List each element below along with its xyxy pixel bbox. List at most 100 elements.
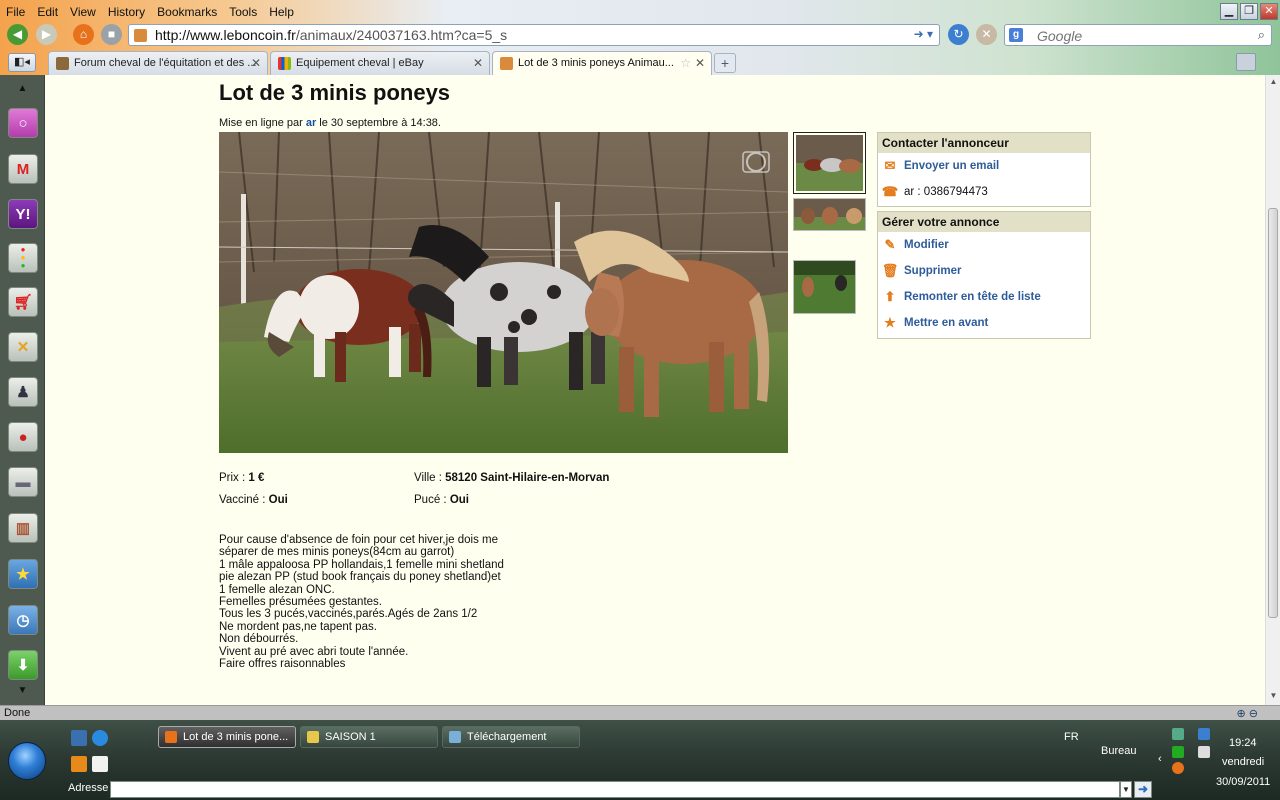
tab-close-icon[interactable]: ✕ (473, 52, 483, 74)
main-photo[interactable] (219, 132, 788, 453)
home-button[interactable]: ⌂ (73, 24, 94, 45)
history-clock-icon[interactable]: ◷ (8, 605, 38, 635)
bookmarks-star-icon[interactable]: ★ (8, 559, 38, 589)
clock-day: vendredi (1222, 756, 1265, 768)
tab-favicon-icon (500, 57, 513, 70)
page-scrollbar[interactable]: ▲ ▼ (1265, 75, 1280, 705)
delete-link[interactable]: Supprimer (904, 265, 962, 277)
address-input[interactable] (110, 781, 1120, 798)
scroll-down-icon[interactable]: ▼ (1266, 691, 1280, 700)
star-icon: ★ (884, 315, 896, 330)
tab-leboncoin-active[interactable]: Lot de 3 minis poneys Animau... ☆ ✕ (492, 51, 712, 75)
envelope-icon: ✉ (884, 158, 896, 173)
modify-link[interactable]: Modifier (904, 239, 949, 251)
minimize-button[interactable]: ▁ (1220, 3, 1238, 20)
phone-text: ar : 0386794473 (904, 186, 988, 198)
mushroom-icon[interactable]: ● (8, 422, 38, 452)
back-button[interactable]: ◀ (7, 24, 28, 45)
menu-tools[interactable]: Tools (223, 3, 263, 21)
menu-bookmarks[interactable]: Bookmarks (151, 3, 223, 21)
taskbar-firefox[interactable]: Lot de 3 minis pone... (158, 726, 296, 748)
document-icon[interactable] (92, 756, 108, 772)
menu-help[interactable]: Help (263, 3, 300, 21)
price-field: Prix : 1 € (219, 472, 265, 484)
highlight-link[interactable]: Mettre en avant (904, 317, 988, 329)
ad-title: Lot de 3 minis poneys (219, 80, 451, 105)
thumbnail-2[interactable] (793, 198, 866, 231)
new-tab-button[interactable]: + (714, 53, 736, 73)
tab-close-icon[interactable]: ✕ (251, 52, 261, 74)
taskbar-telechargement[interactable]: Téléchargement (442, 726, 580, 748)
tray-app-icon[interactable] (1172, 746, 1184, 758)
connection-icon[interactable] (1198, 728, 1210, 740)
stop-reload-button[interactable]: ■ (101, 24, 122, 45)
person-icon[interactable]: ♟ (8, 377, 38, 407)
tab-close-icon[interactable]: ✕ (695, 52, 705, 74)
scroll-down-arrow-icon[interactable]: ▼ (0, 685, 45, 696)
volume-muted-icon[interactable] (1198, 746, 1210, 758)
show-desktop-icon[interactable] (71, 730, 87, 746)
shopping-cart-icon[interactable]: 🛒︎ (8, 287, 38, 317)
contact-panel: Contacter l'annonceur ✉ Envoyer un email… (877, 132, 1091, 207)
maximize-button[interactable]: ❐ (1240, 3, 1258, 20)
taskbar-saison1[interactable]: SAISON 1 (300, 726, 438, 748)
media-player-icon[interactable] (71, 756, 87, 772)
magnifier-icon[interactable]: ⌕ (1258, 27, 1265, 43)
tab-ebay[interactable]: Equipement cheval | eBay ✕ (270, 51, 490, 75)
stop-button[interactable]: ✕ (976, 24, 997, 45)
ad-description: Pour cause d'absence de foin pour cet hi… (219, 534, 559, 670)
desktop-toolbar-label[interactable]: Bureau (1101, 745, 1136, 757)
language-indicator[interactable]: FR (1064, 731, 1079, 743)
bump-link[interactable]: Remonter en tête de liste (904, 291, 1041, 303)
menu-file[interactable]: File (0, 3, 31, 21)
browser-chrome: File Edit View History Bookmarks Tools H… (0, 0, 1280, 75)
price-value: 1 € (248, 472, 265, 484)
chip-field: Pucé : Oui (414, 494, 469, 506)
internet-explorer-icon[interactable] (92, 730, 108, 746)
ad-meta: Mise en ligne par ar le 30 septembre à 1… (219, 117, 441, 129)
zoom-controls-icon[interactable]: ⊕ ⊖ (1237, 707, 1259, 720)
gmail-icon[interactable]: M (8, 154, 38, 184)
tab-label: Equipement cheval | eBay (296, 57, 424, 69)
go-arrow-icon[interactable]: ➜ ▾ (914, 27, 933, 41)
address-dropdown-icon[interactable]: ▼ (1120, 781, 1132, 798)
tools-icon[interactable]: ✕ (8, 332, 38, 362)
yahoo-icon[interactable]: Y! (8, 199, 38, 229)
search-engine-icon[interactable]: g (1009, 28, 1023, 42)
tab-forum-cheval[interactable]: Forum cheval de l'équitation et des ... … (48, 51, 268, 75)
description-line: Femelles présumées gestantes. (219, 596, 382, 609)
start-button[interactable] (8, 742, 46, 780)
thumbnail-3[interactable] (793, 260, 856, 314)
sidebar-toggle-button[interactable]: ◧◂ (8, 53, 36, 72)
clock-time[interactable]: 19:24 (1229, 737, 1257, 749)
network-icon[interactable] (1172, 728, 1184, 740)
tray-update-icon[interactable] (1172, 762, 1184, 774)
city-field: Ville : 58120 Saint-Hilaire-en-Morvan (414, 472, 610, 484)
traffic-light-icon[interactable]: ● ● ● (8, 243, 38, 273)
description-line: séparer de mes minis poneys(84cm au garr… (219, 546, 455, 559)
menu-view[interactable]: View (64, 3, 102, 21)
scroll-up-arrow-icon[interactable]: ▲ (0, 83, 45, 94)
menu-history[interactable]: History (102, 3, 151, 21)
bookmark-star-icon[interactable]: ☆ (680, 52, 691, 74)
search-bar[interactable]: g ⌕ (1004, 24, 1272, 46)
url-bar[interactable]: http://www.leboncoin.fr/animaux/24003716… (128, 24, 940, 46)
scroll-up-icon[interactable]: ▲ (1266, 77, 1280, 86)
bump-row: ⬆ Remonter en tête de liste (878, 284, 1090, 310)
forward-button[interactable]: ▶ (36, 24, 57, 45)
app-circle-icon[interactable]: ○ (8, 108, 38, 138)
menu-edit[interactable]: Edit (31, 3, 64, 21)
author-link[interactable]: ar (306, 117, 316, 129)
tray-expand-icon[interactable]: ‹ (1158, 753, 1162, 765)
search-input[interactable] (1037, 27, 1247, 44)
send-email-link[interactable]: Envoyer un email (904, 160, 999, 172)
address-go-button[interactable]: ➜ (1134, 781, 1152, 798)
books-icon[interactable]: ▥ (8, 513, 38, 543)
thumbnail-1[interactable] (793, 132, 866, 194)
refresh-button[interactable]: ↻ (948, 24, 969, 45)
scrollbar-thumb[interactable] (1268, 208, 1278, 618)
drive-icon[interactable]: ▬ (8, 467, 38, 497)
close-window-button[interactable]: ✕ (1260, 3, 1278, 20)
tab-list-button[interactable] (1236, 53, 1256, 71)
downloads-icon[interactable]: ⬇ (8, 650, 38, 680)
